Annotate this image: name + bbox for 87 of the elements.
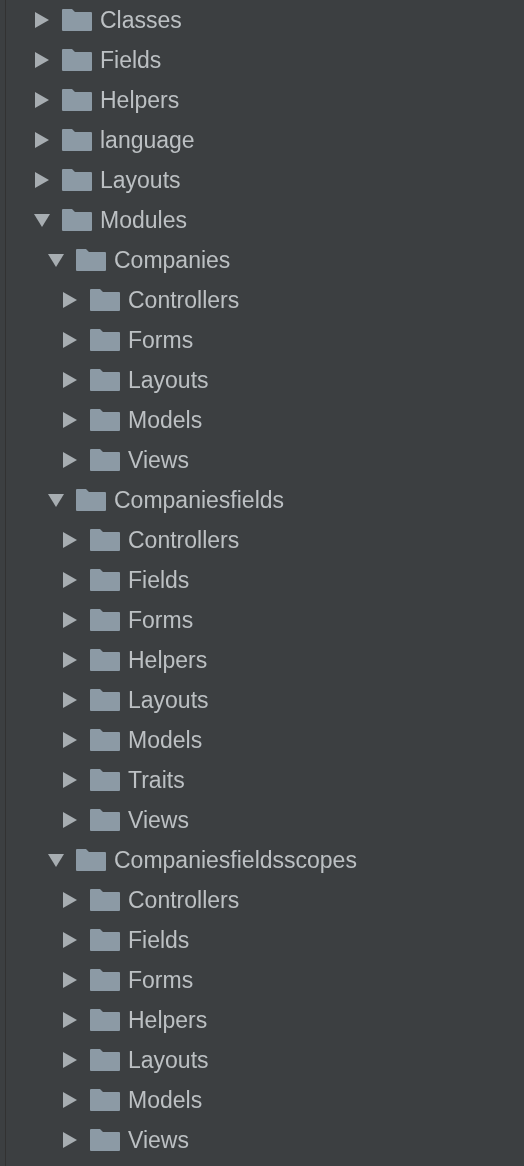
folder-icon [90,649,120,671]
collapsed-arrow-icon[interactable] [62,1132,78,1148]
folder-name[interactable]: Layouts [100,166,181,194]
collapsed-arrow-icon[interactable] [62,372,78,388]
collapsed-arrow-icon[interactable] [34,172,50,188]
folder-icon [90,369,120,391]
folder-name[interactable]: Models [128,406,203,434]
folder-name[interactable]: Controllers [128,526,240,554]
folder-icon [62,49,92,71]
collapsed-arrow-icon[interactable] [62,892,78,908]
expanded-arrow-icon[interactable] [48,252,64,268]
folder-icon [62,9,92,31]
collapsed-arrow-icon[interactable] [62,1092,78,1108]
folder-icon [76,489,106,511]
expanded-arrow-icon[interactable] [34,212,50,228]
folder-icon [90,1089,120,1111]
folder-icon [76,249,106,271]
collapsed-arrow-icon[interactable] [62,932,78,948]
folder-icon [90,929,120,951]
folder-name[interactable]: Models [128,726,203,754]
folder-name[interactable]: Models [128,1086,203,1114]
expanded-arrow-icon[interactable] [48,492,64,508]
collapsed-arrow-icon[interactable] [62,652,78,668]
folder-name[interactable]: Layouts [128,366,209,394]
folder-icon [90,409,120,431]
folder-icon [62,169,92,191]
collapsed-arrow-icon[interactable] [62,1052,78,1068]
folder-name[interactable]: Layouts [128,1046,209,1074]
folder-icon [62,129,92,151]
collapsed-arrow-icon[interactable] [62,1012,78,1028]
folder-icon [90,569,120,591]
folder-icon [62,89,92,111]
collapsed-arrow-icon[interactable] [62,772,78,788]
collapsed-arrow-icon[interactable] [34,92,50,108]
collapsed-arrow-icon[interactable] [62,412,78,428]
folder-name[interactable]: Traits [128,766,185,794]
folder-name[interactable]: Views [128,446,189,474]
folder-icon [90,289,120,311]
folder-name[interactable]: Forms [128,966,194,994]
expanded-arrow-icon[interactable] [48,852,64,868]
folder-icon [90,969,120,991]
folder-name[interactable]: Forms [128,606,194,634]
folder-name[interactable]: Companiesfields [114,486,285,514]
folder-name[interactable]: Companies [114,246,231,274]
folder-icon [90,1049,120,1071]
folder-name[interactable]: Fields [128,566,190,594]
folder-icon [90,1129,120,1151]
collapsed-arrow-icon[interactable] [62,332,78,348]
folder-name[interactable]: Helpers [128,646,208,674]
folder-icon [62,209,92,231]
collapsed-arrow-icon[interactable] [34,52,50,68]
collapsed-arrow-icon[interactable] [62,812,78,828]
folder-icon [76,849,106,871]
folder-name[interactable]: Forms [128,326,194,354]
folder-icon [90,769,120,791]
folder-name[interactable]: language [100,126,195,154]
folder-icon [90,729,120,751]
folder-name[interactable]: Fields [128,926,190,954]
collapsed-arrow-icon[interactable] [62,972,78,988]
collapsed-arrow-icon[interactable] [62,692,78,708]
folder-icon [90,809,120,831]
collapsed-arrow-icon[interactable] [62,732,78,748]
folder-name[interactable]: Layouts [128,686,209,714]
folder-name[interactable]: Classes [100,6,182,34]
folder-name[interactable]: Views [128,1126,189,1154]
folder-icon [90,529,120,551]
collapsed-arrow-icon[interactable] [62,612,78,628]
collapsed-arrow-icon[interactable] [62,572,78,588]
folder-name[interactable]: Modules [100,206,187,234]
folder-name[interactable]: Helpers [100,86,180,114]
folder-name[interactable]: Helpers [128,1006,208,1034]
folder-name[interactable]: Fields [100,46,162,74]
folder-icon [90,689,120,711]
folder-icon [90,889,120,911]
folder-name[interactable]: Companiesfieldsscopes [114,846,357,874]
collapsed-arrow-icon[interactable] [34,132,50,148]
collapsed-arrow-icon[interactable] [62,292,78,308]
folder-icon [90,1009,120,1031]
folder-icon [90,329,120,351]
folder-icon [90,609,120,631]
folder-name[interactable]: Views [128,806,189,834]
folder-name[interactable]: Controllers [128,286,240,314]
folder-name[interactable]: Controllers [128,886,240,914]
collapsed-arrow-icon[interactable] [34,12,50,28]
folder-icon [90,449,120,471]
collapsed-arrow-icon[interactable] [62,452,78,468]
collapsed-arrow-icon[interactable] [62,532,78,548]
